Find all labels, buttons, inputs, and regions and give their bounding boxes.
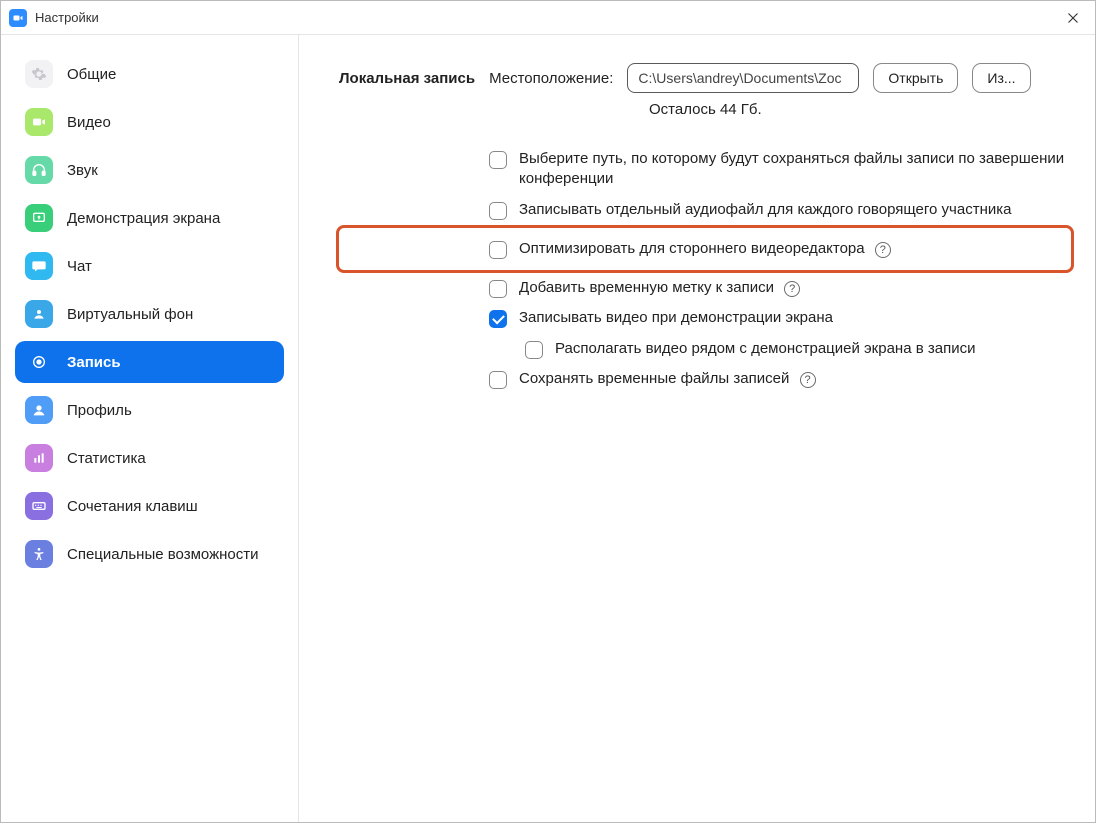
sidebar-item-chat[interactable]: Чат [15,245,284,287]
sidebar-item-label: Сочетания клавиш [67,498,198,515]
sidebar-item-label: Виртуальный фон [67,306,193,323]
titlebar: Настройки [1,1,1095,35]
remaining-space: Осталось 44 Гб. [649,101,1071,118]
sidebar-item-label: Профиль [67,402,132,419]
checkbox[interactable] [489,371,507,389]
location-label: Местоположение: [489,70,613,87]
sidebar-item-recording[interactable]: Запись [15,341,284,383]
highlighted-option: Оптимизировать для стороннего видеоредак… [336,225,1074,273]
open-button[interactable]: Открыть [873,63,958,93]
sidebar-item-label: Демонстрация экрана [67,210,220,227]
profile-icon [25,396,53,424]
option-keep-temp-files: Сохранять временные файлы записей ? [339,364,1071,394]
sidebar-item-label: Видео [67,114,111,131]
chat-icon [25,252,53,280]
sidebar-item-audio[interactable]: Звук [15,149,284,191]
option-label: Записывать отдельный аудиофайл для каждо… [519,200,1011,220]
share-screen-icon [25,204,53,232]
sidebar-item-label: Звук [67,162,98,179]
recording-path-input[interactable] [627,63,859,93]
checkbox[interactable] [525,341,543,359]
app-icon [9,9,27,27]
help-icon[interactable]: ? [784,281,800,297]
keyboard-icon [25,492,53,520]
checkbox[interactable] [489,310,507,328]
option-label: Оптимизировать для стороннего видеоредак… [519,239,891,259]
option-label: Располагать видео рядом с демонстрацией … [555,339,975,359]
help-icon[interactable]: ? [875,242,891,258]
option-add-timestamp: Добавить временную метку к записи ? [339,273,1071,303]
close-button[interactable] [1059,4,1087,32]
sidebar-item-profile[interactable]: Профиль [15,389,284,431]
sidebar-item-label: Чат [67,258,92,275]
option-label: Выберите путь, по которому будут сохраня… [519,149,1071,190]
option-optimize-3rd-party: Оптимизировать для стороннего видеоредак… [489,234,1063,264]
gear-icon [25,60,53,88]
checkbox[interactable] [489,241,507,259]
option-label: Записывать видео при демонстрации экрана [519,308,833,328]
sidebar-item-share-screen[interactable]: Демонстрация экрана [15,197,284,239]
sidebar-item-general[interactable]: Общие [15,53,284,95]
checkbox[interactable] [489,280,507,298]
sidebar-item-label: Статистика [67,450,146,467]
sidebar-item-shortcuts[interactable]: Сочетания клавиш [15,485,284,527]
headphones-icon [25,156,53,184]
stats-icon [25,444,53,472]
option-record-video-during-share: Записывать видео при демонстрации экрана [339,303,1071,333]
option-label: Добавить временную метку к записи ? [519,278,800,298]
sidebar-item-label: Общие [67,66,116,83]
accessibility-icon [25,540,53,568]
checkbox[interactable] [489,151,507,169]
change-location-button[interactable]: Из... [972,63,1030,93]
virtual-bg-icon [25,300,53,328]
content-panel: Локальная запись Местоположение: Открыть… [299,35,1095,822]
option-choose-path: Выберите путь, по которому будут сохраня… [339,144,1071,195]
checkbox[interactable] [489,202,507,220]
video-icon [25,108,53,136]
help-icon[interactable]: ? [800,372,816,388]
sidebar-item-video[interactable]: Видео [15,101,284,143]
record-icon [25,348,53,376]
sidebar-item-label: Специальные возможности [67,546,259,563]
recording-options: Выберите путь, по которому будут сохраня… [339,144,1071,394]
window-title: Настройки [35,10,99,25]
sidebar-item-virtual-background[interactable]: Виртуальный фон [15,293,284,335]
option-video-beside-share: Располагать видео рядом с демонстрацией … [339,334,1071,364]
option-label: Сохранять временные файлы записей ? [519,369,816,389]
sidebar: Общие Видео Звук Демонстрация экрана [1,35,299,822]
section-title: Локальная запись [339,70,475,87]
option-separate-audio: Записывать отдельный аудиофайл для каждо… [339,195,1071,225]
sidebar-item-statistics[interactable]: Статистика [15,437,284,479]
sidebar-item-accessibility[interactable]: Специальные возможности [15,533,284,575]
sidebar-item-label: Запись [67,354,121,371]
